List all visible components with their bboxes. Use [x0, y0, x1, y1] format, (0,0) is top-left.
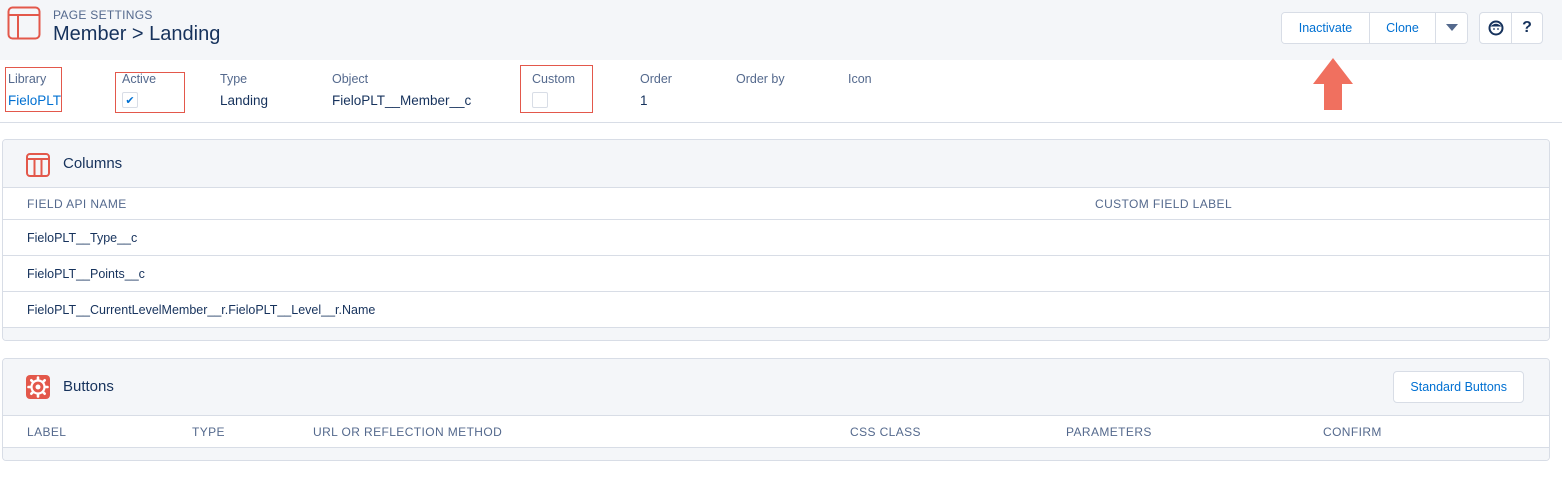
columns-card-header: Columns [3, 140, 1549, 188]
buttons-card-footer [3, 448, 1549, 460]
buttons-card-header: Buttons Standard Buttons [3, 359, 1549, 416]
table-cell-field-api-name: FieloPLT__Type__c [27, 231, 138, 245]
columns-card-title: Columns [63, 155, 123, 172]
column-header-parameters: PARAMETERS [1066, 425, 1152, 439]
column-header-label: LABEL [27, 425, 67, 439]
field-order-by: Order by [736, 72, 785, 93]
gear-icon [26, 375, 50, 399]
columns-icon [26, 153, 50, 177]
table-cell-field-api-name: FieloPLT__Points__c [27, 267, 145, 281]
column-header-css-class: CSS CLASS [850, 425, 921, 439]
field-object-value: FieloPLT__Member__c [332, 93, 472, 108]
table-row: FieloPLT__Type__c [3, 220, 1549, 256]
columns-table-header: FIELD API NAME CUSTOM FIELD LABEL [3, 188, 1549, 220]
field-icon-label: Icon [848, 72, 872, 86]
user-avatar-icon [1488, 20, 1503, 36]
columns-card-footer [3, 328, 1549, 340]
help-button[interactable]: ? [1511, 13, 1542, 43]
field-icon: Icon [848, 72, 872, 93]
field-order-label: Order [640, 72, 672, 86]
detail-divider [0, 122, 1562, 123]
page-header: PAGE SETTINGS Member > Landing Inactivat… [0, 0, 1562, 60]
highlight-box-library [5, 67, 62, 112]
field-order-value: 1 [640, 93, 648, 108]
highlight-box-active [115, 72, 185, 113]
column-header-url-or-reflection-method: URL OR REFLECTION METHOD [313, 425, 503, 439]
columns-card: Columns FIELD API NAME CUSTOM FIELD LABE… [2, 139, 1550, 341]
field-type-value: Landing [220, 93, 269, 108]
table-row: FieloPLT__CurrentLevelMember__r.FieloPLT… [3, 292, 1549, 328]
field-order: Order 1 [640, 72, 672, 108]
highlight-box-custom [520, 65, 593, 113]
clone-button[interactable]: Clone [1370, 13, 1436, 43]
column-header-type: TYPE [192, 425, 225, 439]
buttons-card: Buttons Standard Buttons LABEL TYPE URL … [2, 358, 1550, 461]
column-header-confirm: CONFIRM [1323, 425, 1382, 439]
field-type-label: Type [220, 72, 248, 86]
page-layout-icon [7, 6, 41, 40]
inactivate-button[interactable]: Inactivate [1282, 13, 1370, 43]
standard-buttons-button[interactable]: Standard Buttons [1393, 371, 1524, 403]
header-button-group: Inactivate Clone [1281, 12, 1468, 44]
user-button[interactable] [1480, 13, 1511, 43]
column-header-field-api-name: FIELD API NAME [27, 197, 127, 211]
buttons-table-header: LABEL TYPE URL OR REFLECTION METHOD CSS … [3, 416, 1549, 448]
more-actions-button[interactable] [1436, 13, 1467, 43]
table-row: FieloPLT__Points__c [3, 256, 1549, 292]
page-title: Member > Landing [53, 23, 221, 45]
field-object-label: Object [332, 72, 369, 86]
field-order-by-label: Order by [736, 72, 785, 86]
field-type: Type Landing [220, 72, 268, 108]
chevron-down-icon [1445, 24, 1458, 31]
table-cell-field-api-name: FieloPLT__CurrentLevelMember__r.FieloPLT… [27, 303, 376, 317]
up-arrow-annotation-icon [1313, 58, 1353, 110]
help-icon: ? [1522, 19, 1532, 36]
field-object: Object FieloPLT__Member__c [332, 72, 471, 108]
buttons-card-title: Buttons [63, 378, 114, 395]
page-eyebrow: PAGE SETTINGS [53, 8, 153, 22]
column-header-custom-field-label: CUSTOM FIELD LABEL [1095, 197, 1233, 211]
utility-button-group: ? [1479, 12, 1543, 44]
